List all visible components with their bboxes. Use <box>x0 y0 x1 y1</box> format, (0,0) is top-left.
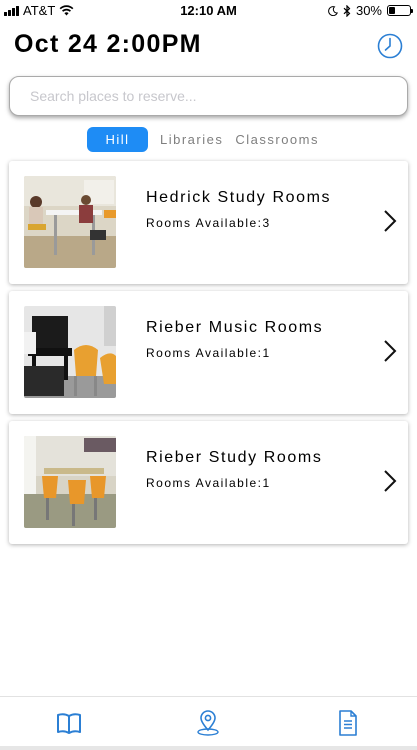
moon-icon <box>328 5 338 16</box>
tab-bar <box>0 696 417 750</box>
segment-classrooms[interactable]: Classrooms <box>229 127 325 152</box>
page-title[interactable]: Oct 24 2:00PM <box>14 30 202 59</box>
place-card-hedrick[interactable]: Hedrick Study Rooms Rooms Available:3 <box>9 161 408 284</box>
battery-fill <box>389 7 395 14</box>
search-bar <box>9 76 408 116</box>
place-name: Rieber Music Rooms <box>146 319 324 336</box>
place-photo <box>24 436 116 528</box>
map-pin-icon[interactable] <box>194 709 222 737</box>
place-photo <box>24 306 116 398</box>
rooms-available: Rooms Available:1 <box>146 346 271 360</box>
bluetooth-icon <box>343 4 351 17</box>
place-card-rieber-music[interactable]: Rieber Music Rooms Rooms Available:1 <box>9 291 408 414</box>
clock-icon[interactable] <box>377 33 403 59</box>
battery-icon <box>387 5 413 16</box>
status-bar: AT&T 12:10 AM 30% <box>0 0 417 20</box>
chevron-right-icon <box>384 340 397 362</box>
document-icon[interactable] <box>334 709 362 737</box>
chevron-right-icon <box>384 470 397 492</box>
battery-percent: 30% <box>355 3 382 18</box>
book-icon[interactable] <box>55 709 83 737</box>
place-photo <box>24 176 116 268</box>
segment-hill[interactable]: Hill <box>87 127 148 152</box>
segment-libraries[interactable]: Libraries <box>154 127 229 152</box>
place-name: Hedrick Study Rooms <box>146 189 332 206</box>
category-segments: Hill Libraries Classrooms <box>87 127 325 152</box>
search-input[interactable] <box>10 77 407 115</box>
status-right: 30% <box>328 3 413 18</box>
place-card-rieber-study[interactable]: Rieber Study Rooms Rooms Available:1 <box>9 421 408 544</box>
place-name: Rieber Study Rooms <box>146 449 323 466</box>
rooms-available: Rooms Available:3 <box>146 216 271 230</box>
chevron-right-icon <box>384 210 397 232</box>
rooms-available: Rooms Available:1 <box>146 476 271 490</box>
